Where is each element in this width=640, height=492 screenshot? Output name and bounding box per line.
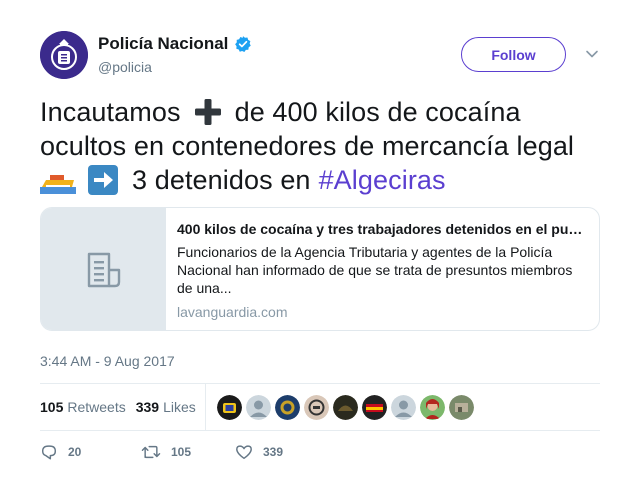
tweet-text-segment: de 400 kilos de cocaína xyxy=(234,97,521,127)
tweet-text-segment: ocultos en contenedores de mercancía leg… xyxy=(40,131,575,161)
like-button[interactable]: 339 xyxy=(235,443,315,461)
retweet-count: 105 xyxy=(171,445,192,459)
liker-avatar[interactable] xyxy=(362,395,387,420)
liker-avatar[interactable] xyxy=(333,395,358,420)
likes-label[interactable]: Likes xyxy=(163,398,196,416)
liker-avatar[interactable] xyxy=(304,395,329,420)
tweet-text-segment: 3 detenidos en xyxy=(132,165,311,195)
card-thumbnail xyxy=(41,208,166,330)
retweets-count[interactable]: 105 xyxy=(40,398,63,416)
avatar[interactable] xyxy=(40,31,88,79)
liker-avatar[interactable] xyxy=(275,395,300,420)
hashtag-link[interactable]: #Algeciras xyxy=(319,163,446,197)
likes-count[interactable]: 339 xyxy=(136,398,159,416)
card-description: Funcionarios de la Agencia Tributaria y … xyxy=(177,244,573,296)
heart-icon xyxy=(236,445,252,460)
follow-button[interactable]: Follow xyxy=(461,37,566,72)
liker-avatar[interactable] xyxy=(391,395,416,420)
link-card[interactable]: 400 kilos de cocaína y tres trabajadores… xyxy=(40,207,600,331)
tweet-line-2: ocultos en contenedores de mercancía leg… xyxy=(40,129,600,163)
liker-avatar[interactable] xyxy=(246,395,271,420)
liker-avatars xyxy=(217,395,478,420)
tweet-line-1: Incautamos de 400 kilos de cocaína xyxy=(40,95,600,129)
police-badge-icon xyxy=(40,31,88,79)
tweet-text-segment: Incautamos xyxy=(40,97,181,127)
tweet-timestamp[interactable]: 3:44 AM - 9 Aug 2017 xyxy=(40,352,175,370)
reply-icon xyxy=(41,445,57,460)
like-count: 339 xyxy=(263,445,284,459)
tweet-line-3: 3 detenidos en #Algeciras xyxy=(40,163,600,197)
tweet-header: Policía Nacional @policia Follow xyxy=(40,31,600,79)
reply-button[interactable]: 20 xyxy=(40,443,100,461)
stat-counts: 105 Retweets 339 Likes xyxy=(40,398,206,416)
tweet-stats: 105 Retweets 339 Likes xyxy=(40,383,600,431)
liker-avatar[interactable] xyxy=(449,395,474,420)
display-name[interactable]: Policía Nacional xyxy=(98,33,228,55)
retweets-label[interactable]: Retweets xyxy=(67,398,125,416)
ship-icon xyxy=(40,175,76,194)
liker-avatar[interactable] xyxy=(420,395,445,420)
heavy-plus-sign-icon xyxy=(194,99,221,125)
card-title[interactable]: 400 kilos de cocaína y tres trabajadores… xyxy=(177,220,587,238)
document-icon xyxy=(87,252,120,288)
stats-divider xyxy=(205,384,206,431)
tweet-text: Incautamos de 400 kilos de cocaína ocult… xyxy=(40,95,600,197)
card-body: 400 kilos de cocaína y tres trabajadores… xyxy=(177,220,587,321)
card-domain: lavanguardia.com xyxy=(177,304,288,320)
liker-avatar[interactable] xyxy=(217,395,242,420)
verified-badge-icon xyxy=(235,36,252,52)
retweet-button[interactable]: 105 xyxy=(141,443,211,461)
reply-count: 20 xyxy=(68,445,82,459)
chevron-down-icon[interactable] xyxy=(585,47,599,61)
retweet-icon xyxy=(141,445,161,459)
tweet-actions: 20 105 339 xyxy=(40,443,600,461)
right-arrow-icon xyxy=(88,165,118,195)
name-row: Policía Nacional xyxy=(98,33,252,55)
handle[interactable]: @policia xyxy=(98,58,152,76)
